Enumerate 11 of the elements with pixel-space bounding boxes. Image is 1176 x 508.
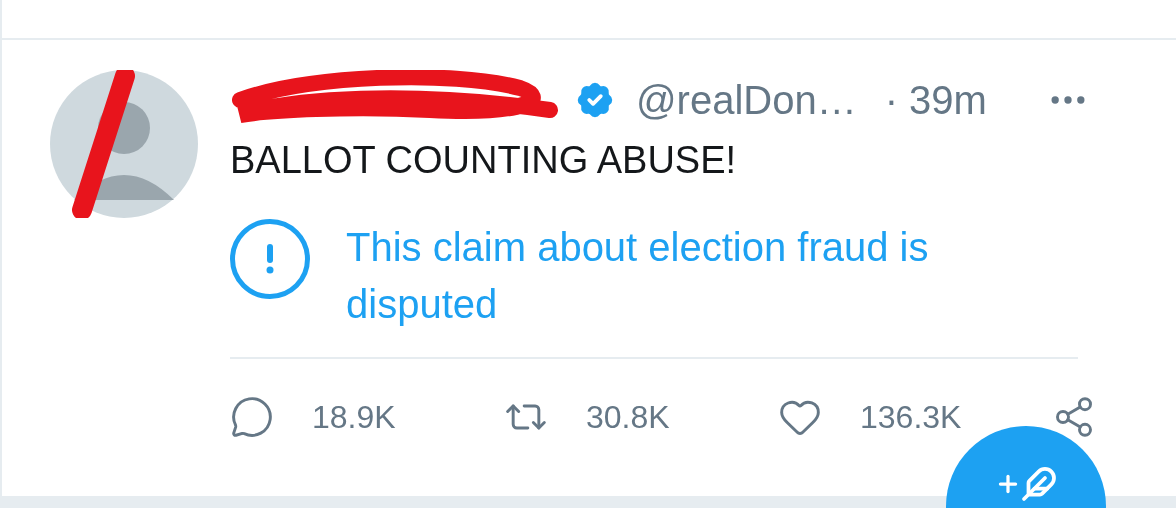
exclamation-icon: [230, 219, 310, 299]
feather-icon: [1021, 466, 1057, 502]
disputed-claim-notice[interactable]: This claim about election fraud is disputed: [346, 219, 1046, 333]
action-count: 18.9K: [312, 398, 396, 437]
user-handle: @realDon…: [636, 77, 857, 124]
avatar[interactable]: [50, 70, 198, 218]
action-count: 30.8K: [586, 398, 670, 437]
tweet-time: · 39m: [884, 77, 987, 124]
tweet-text: BALLOT COUNTING ABUSE!: [230, 138, 738, 183]
action-count: 136.3K: [860, 398, 962, 437]
reply-icon[interactable]: [230, 395, 274, 439]
